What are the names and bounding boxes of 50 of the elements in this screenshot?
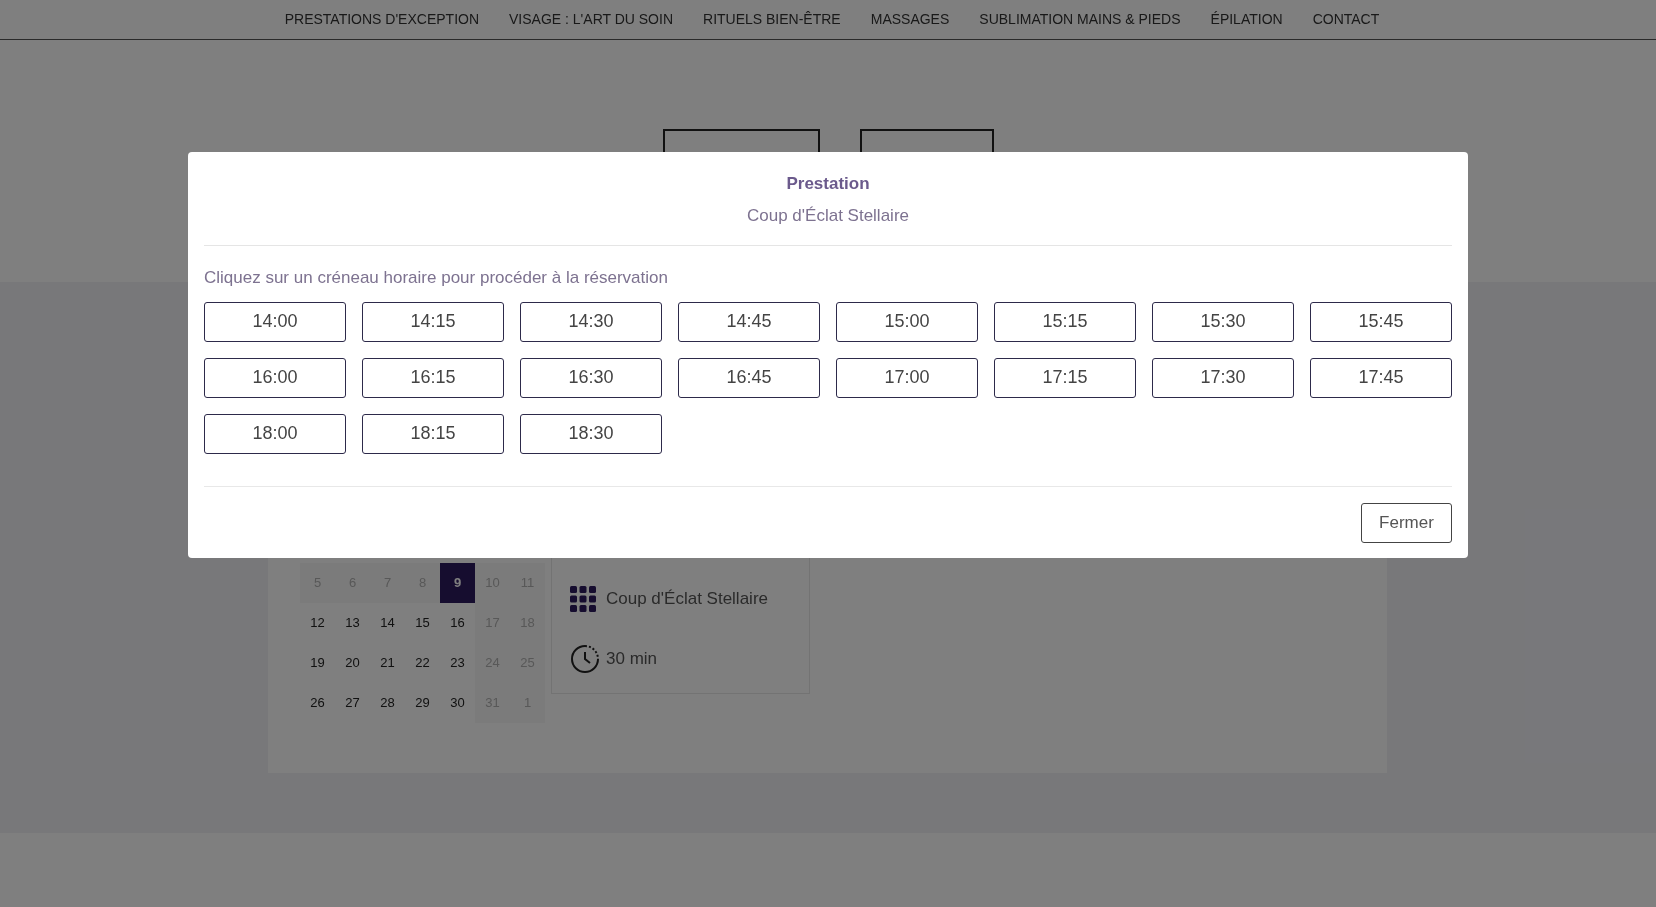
calendar-day[interactable]: 16 (440, 603, 475, 643)
time-slot-button[interactable]: 17:00 (836, 357, 978, 398)
time-slot-button[interactable]: 15:15 (994, 301, 1136, 342)
nav-link[interactable]: VISAGE : L'ART DU SOIN (509, 9, 673, 30)
clock-icon (570, 644, 600, 674)
calendar-day[interactable]: 20 (335, 643, 370, 683)
calendar-day[interactable]: 22 (405, 643, 440, 683)
close-button[interactable]: Fermer (1361, 502, 1452, 543)
calendar-day[interactable]: 9 (440, 563, 475, 603)
calendar-day[interactable]: 23 (440, 643, 475, 683)
nav-link[interactable]: RITUELS BIEN-ÊTRE (703, 9, 841, 30)
time-slot-button[interactable]: 17:15 (994, 357, 1136, 398)
calendar-day[interactable]: 14 (370, 603, 405, 643)
service-name: Coup d'Éclat Stellaire (606, 588, 768, 611)
time-slot-button[interactable]: 14:30 (520, 301, 662, 342)
nav-link[interactable]: SUBLIMATION MAINS & PIEDS (979, 9, 1181, 30)
instruction-text: Cliquez sur un créneau horaire pour procéder à la réservation (204, 267, 669, 289)
nav-link[interactable]: CONTACT (1312, 9, 1380, 30)
duration-text: 30 min (606, 648, 658, 671)
calendar-day[interactable]: 19 (300, 643, 335, 683)
calendar-day[interactable]: 28 (370, 683, 405, 723)
time-slot-button[interactable]: 14:15 (362, 301, 504, 342)
calendar-day[interactable]: 13 (335, 603, 370, 643)
grid-icon (570, 586, 596, 612)
calendar-day[interactable]: 27 (335, 683, 370, 723)
calendar-day[interactable]: 30 (440, 683, 475, 723)
time-slot-button[interactable]: 15:45 (1310, 301, 1452, 342)
calendar-day[interactable]: 21 (370, 643, 405, 683)
time-slot-button[interactable]: 14:45 (678, 301, 820, 342)
time-slot-button[interactable]: 18:30 (520, 413, 662, 454)
calendar-day[interactable]: 15 (405, 603, 440, 643)
time-slot-button[interactable]: 15:30 (1152, 301, 1294, 342)
time-slot-button[interactable]: 16:30 (520, 357, 662, 398)
calendar-day[interactable]: 29 (405, 683, 440, 723)
time-slot-button[interactable]: 16:00 (204, 357, 346, 398)
calendar-day[interactable]: 12 (300, 603, 335, 643)
dialog-subtitle: Coup d'Éclat Stellaire (747, 204, 909, 227)
time-slot-button[interactable]: 17:30 (1152, 357, 1294, 398)
dialog-title: Prestation (786, 173, 870, 195)
time-slot-button[interactable]: 18:15 (362, 413, 504, 454)
nav-link[interactable]: MASSAGES (870, 9, 950, 30)
time-slot-button[interactable]: 17:45 (1310, 357, 1452, 398)
time-slot-button[interactable]: 18:00 (204, 413, 346, 454)
nav-link[interactable]: PRESTATIONS D'EXCEPTION (284, 9, 480, 30)
time-slot-button[interactable]: 15:00 (836, 301, 978, 342)
calendar-day[interactable]: 26 (300, 683, 335, 723)
time-slot-button[interactable]: 14:00 (204, 301, 346, 342)
time-slot-button[interactable]: 16:45 (678, 357, 820, 398)
time-slot-button[interactable]: 16:15 (362, 357, 504, 398)
nav-link[interactable]: ÉPILATION (1210, 9, 1283, 30)
